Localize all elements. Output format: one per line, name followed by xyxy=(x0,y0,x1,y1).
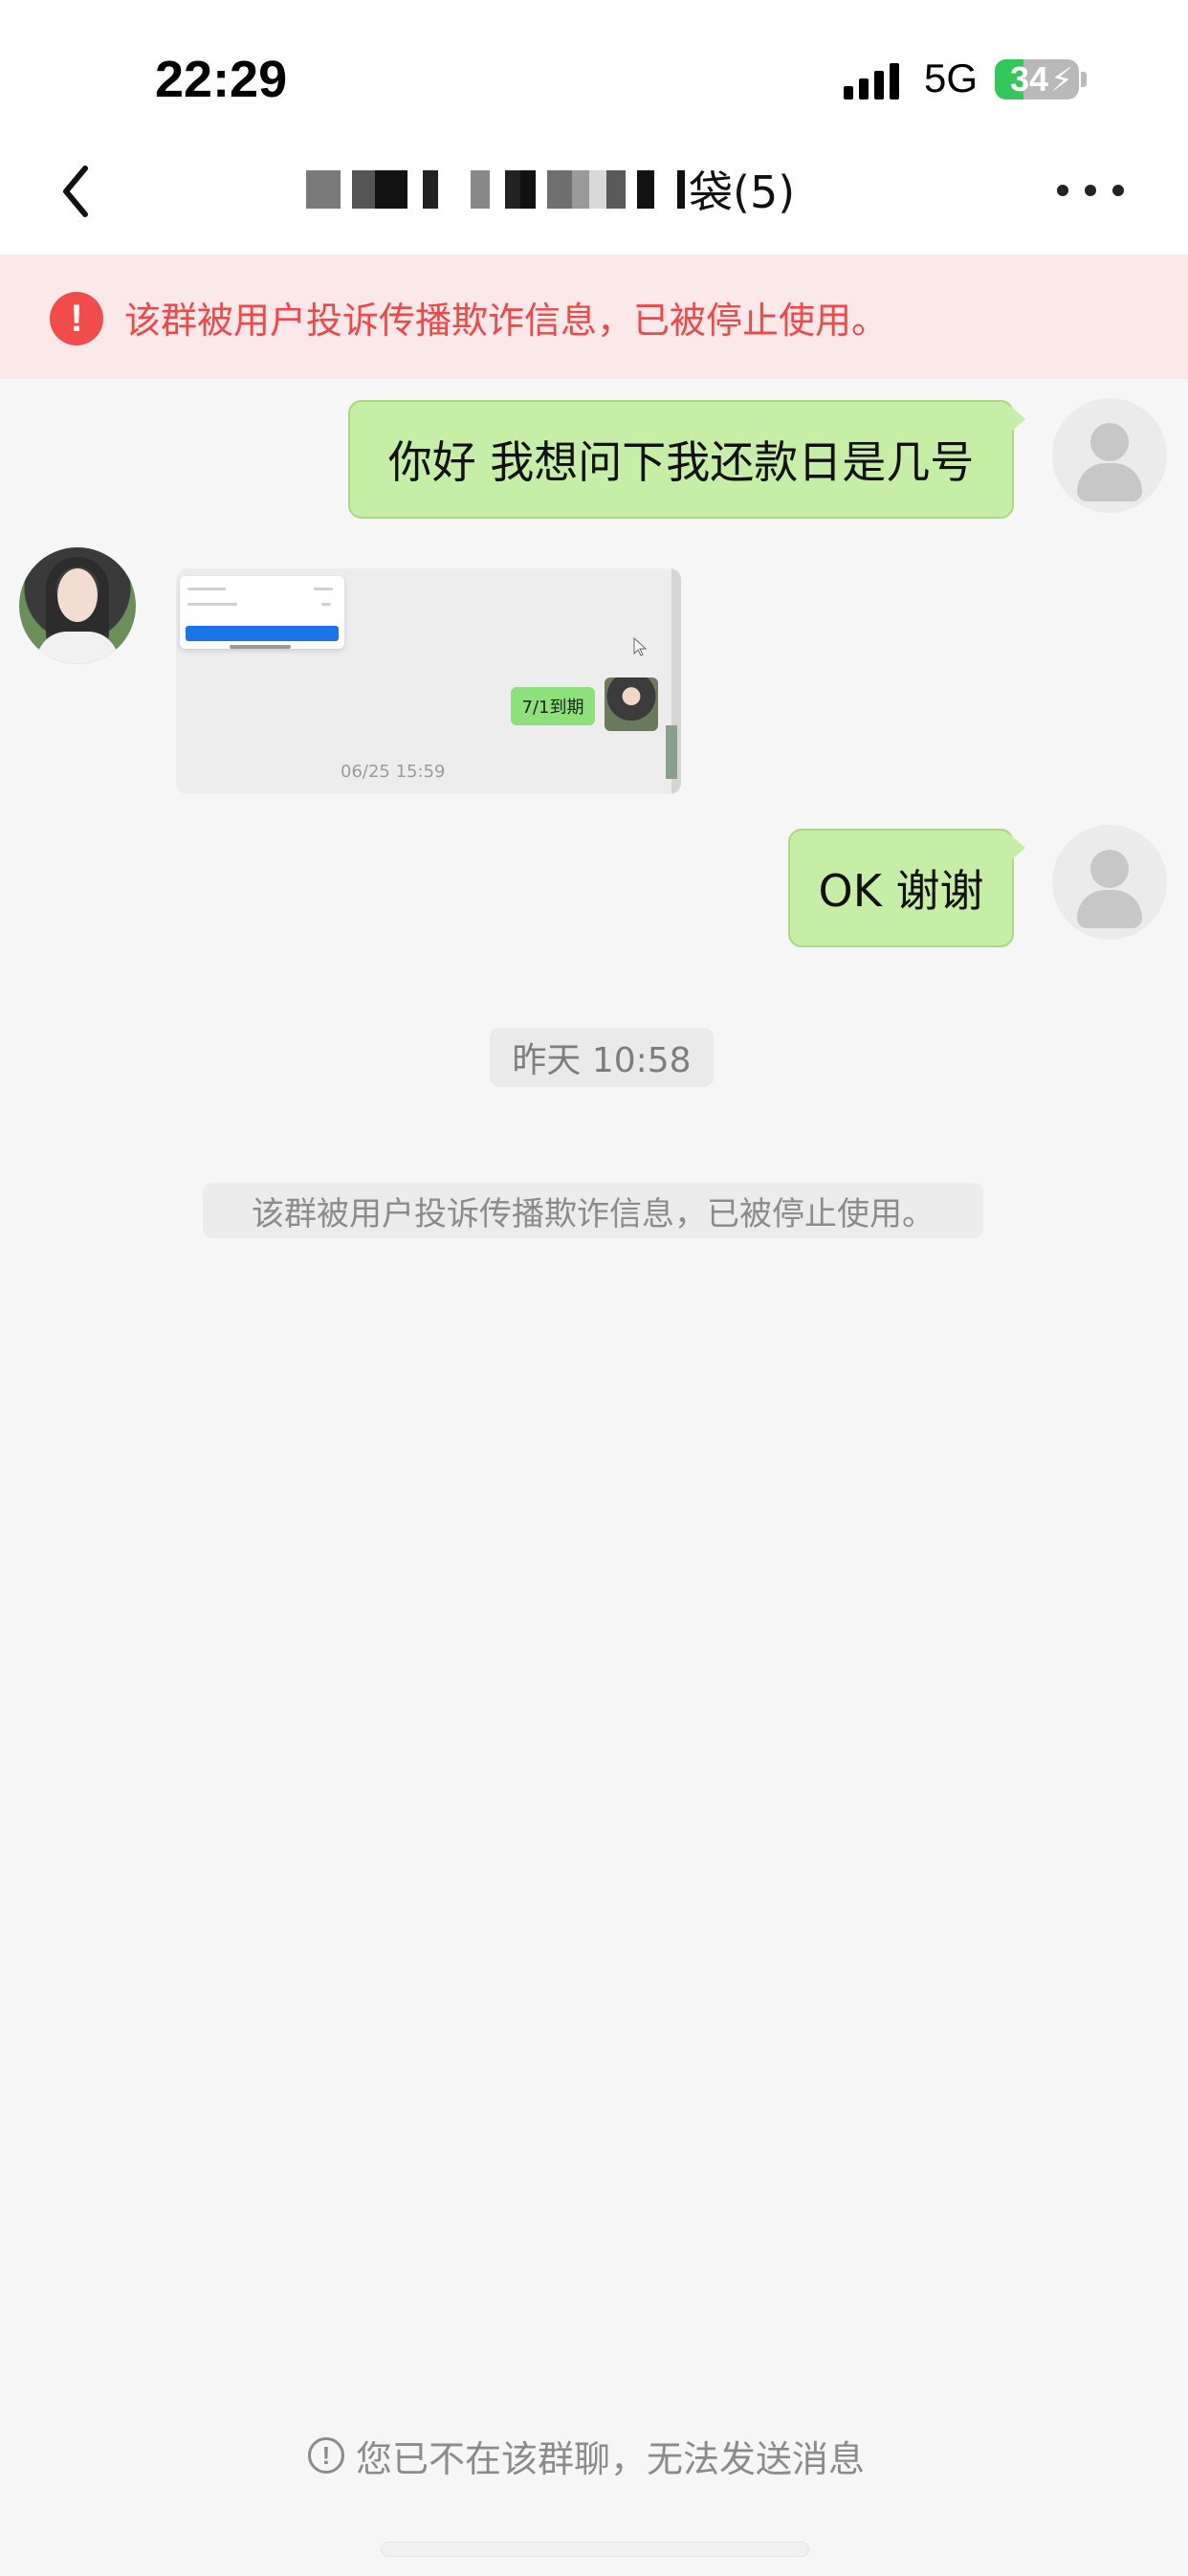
chat-title: 袋(5) xyxy=(306,159,918,220)
sender-avatar[interactable] xyxy=(19,547,136,664)
ellipsis-icon xyxy=(1085,185,1096,196)
cellular-signal-icon xyxy=(844,63,899,100)
battery-tip xyxy=(1081,72,1087,87)
message-text: OK 谢谢 xyxy=(818,865,984,917)
info-icon: ! xyxy=(308,2437,344,2474)
mouse-cursor-icon xyxy=(633,637,647,656)
incoming-image-message[interactable]: 7/1到期 06/25 15:59 xyxy=(176,568,681,794)
time-pill: 昨天 10:58 xyxy=(490,1028,714,1087)
image-grip xyxy=(230,645,291,649)
default-avatar-head xyxy=(1090,850,1129,888)
banner-text: 该群被用户投诉传播欺诈信息，已被停止使用。 xyxy=(124,300,889,342)
home-indicator xyxy=(381,2542,809,2557)
default-avatar-head xyxy=(1090,423,1129,461)
charging-bolt-icon: ⚡ xyxy=(1050,61,1073,100)
image-chat-bubble: 7/1到期 xyxy=(511,687,595,725)
image-popup-thumbnail xyxy=(180,576,344,649)
chevron-left-icon xyxy=(63,166,88,217)
status-time: 22:29 xyxy=(155,51,288,108)
network-type: 5G xyxy=(924,56,979,100)
message-text: 你好 我想问下我还款日是几号 xyxy=(387,436,975,488)
back-button[interactable] xyxy=(42,153,109,230)
image-edge-accent xyxy=(666,725,677,779)
my-avatar[interactable] xyxy=(1052,825,1167,940)
bubble-tail xyxy=(1010,834,1025,861)
chat-navigation-bar: 袋(5) xyxy=(0,124,1188,255)
image-avatar xyxy=(605,677,658,731)
default-avatar-shoulders xyxy=(1077,463,1142,501)
ellipsis-icon xyxy=(1057,185,1068,196)
image-timestamp: 06/25 15:59 xyxy=(341,762,446,782)
outgoing-message-bubble[interactable]: 你好 我想问下我还款日是几号 xyxy=(348,400,1014,519)
image-blue-button xyxy=(186,626,339,641)
battery-icon: 34 ⚡ xyxy=(995,59,1079,100)
system-note: 该群被用户投诉传播欺诈信息，已被停止使用。 xyxy=(203,1183,983,1238)
alert-circle-icon: ! xyxy=(50,292,103,345)
left-group-footer: ! 您已不在该群聊，无法发送消息 xyxy=(308,2431,865,2480)
footer-text: 您已不在该群聊，无法发送消息 xyxy=(356,2437,866,2480)
outgoing-message-bubble[interactable]: OK 谢谢 xyxy=(788,829,1014,947)
redacted-title-mosaic xyxy=(306,170,685,209)
more-options-button[interactable] xyxy=(1057,176,1124,205)
ellipsis-icon xyxy=(1112,185,1124,196)
bubble-tail xyxy=(1010,406,1025,433)
chat-title-text: 袋(5) xyxy=(689,167,796,218)
my-avatar[interactable] xyxy=(1052,398,1167,513)
group-suspended-banner: ! 该群被用户投诉传播欺诈信息，已被停止使用。 xyxy=(0,255,1188,379)
default-avatar-shoulders xyxy=(1077,890,1142,928)
avatar-face xyxy=(57,568,98,622)
